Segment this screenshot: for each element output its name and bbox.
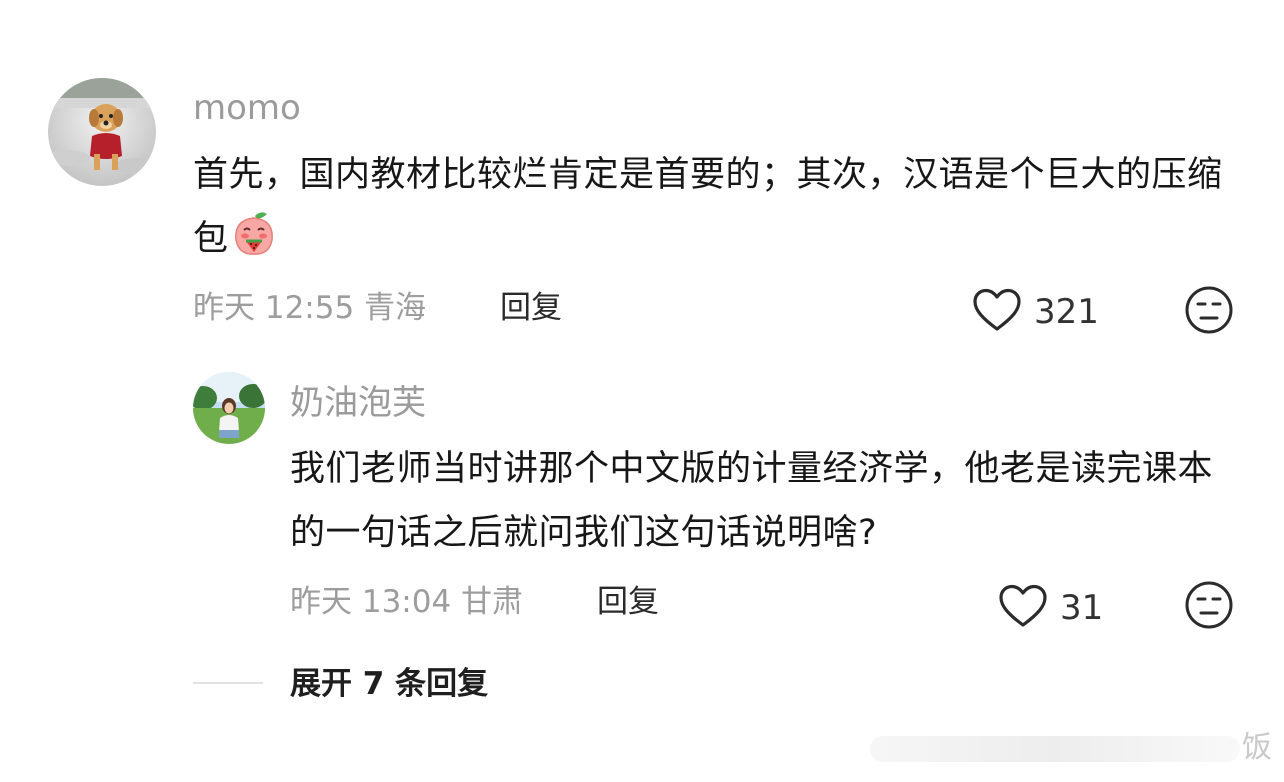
watermark-text: 饭	[1242, 730, 1272, 765]
reply-button[interactable]: 回复	[500, 288, 562, 328]
neutral-face-icon	[1184, 286, 1234, 339]
expand-divider	[193, 682, 263, 684]
reply-username[interactable]: 奶油泡芙	[290, 383, 426, 423]
like-button[interactable]: 31	[998, 584, 1103, 632]
neutral-face-icon	[1184, 581, 1234, 634]
avatar-naiyoupaofu[interactable]	[193, 372, 265, 444]
heart-outline-icon	[972, 288, 1022, 336]
reaction-button[interactable]	[1184, 285, 1234, 339]
avatar-momo[interactable]	[48, 78, 156, 186]
reply-meta: 昨天 13:04 甘肃	[290, 582, 523, 622]
watermark-glow	[870, 736, 1240, 762]
like-count: 31	[1060, 588, 1104, 628]
reply-time: 昨天 13:04	[290, 584, 452, 620]
comment-meta: 昨天 12:55 青海	[193, 288, 426, 328]
like-button[interactable]: 321	[972, 288, 1099, 336]
reply-button[interactable]: 回复	[597, 582, 659, 622]
comment-time: 昨天 12:55	[193, 290, 355, 326]
reply-text: 我们老师当时讲那个中文版的计量经济学，他老是读完课本的一句话之后就问我们这句话说…	[290, 449, 1214, 553]
heart-outline-icon	[998, 584, 1048, 632]
like-count: 321	[1034, 292, 1099, 332]
comment-text: 首先，国内教材比较烂肯定是首要的；其次，汉语是个巨大的压缩包	[193, 143, 1243, 271]
comment-location: 青海	[364, 290, 427, 326]
comment-text-body: 首先，国内教材比较烂肯定是首要的；其次，汉语是个巨大的压缩包	[193, 155, 1223, 259]
reaction-button[interactable]	[1184, 580, 1234, 634]
watermark: 饭	[870, 728, 1272, 772]
comment-username[interactable]: momo	[193, 88, 301, 128]
peach-emoji-icon	[229, 208, 279, 258]
reply-location: 甘肃	[461, 584, 524, 620]
expand-replies-button[interactable]: 展开 7 条回复	[290, 664, 488, 704]
